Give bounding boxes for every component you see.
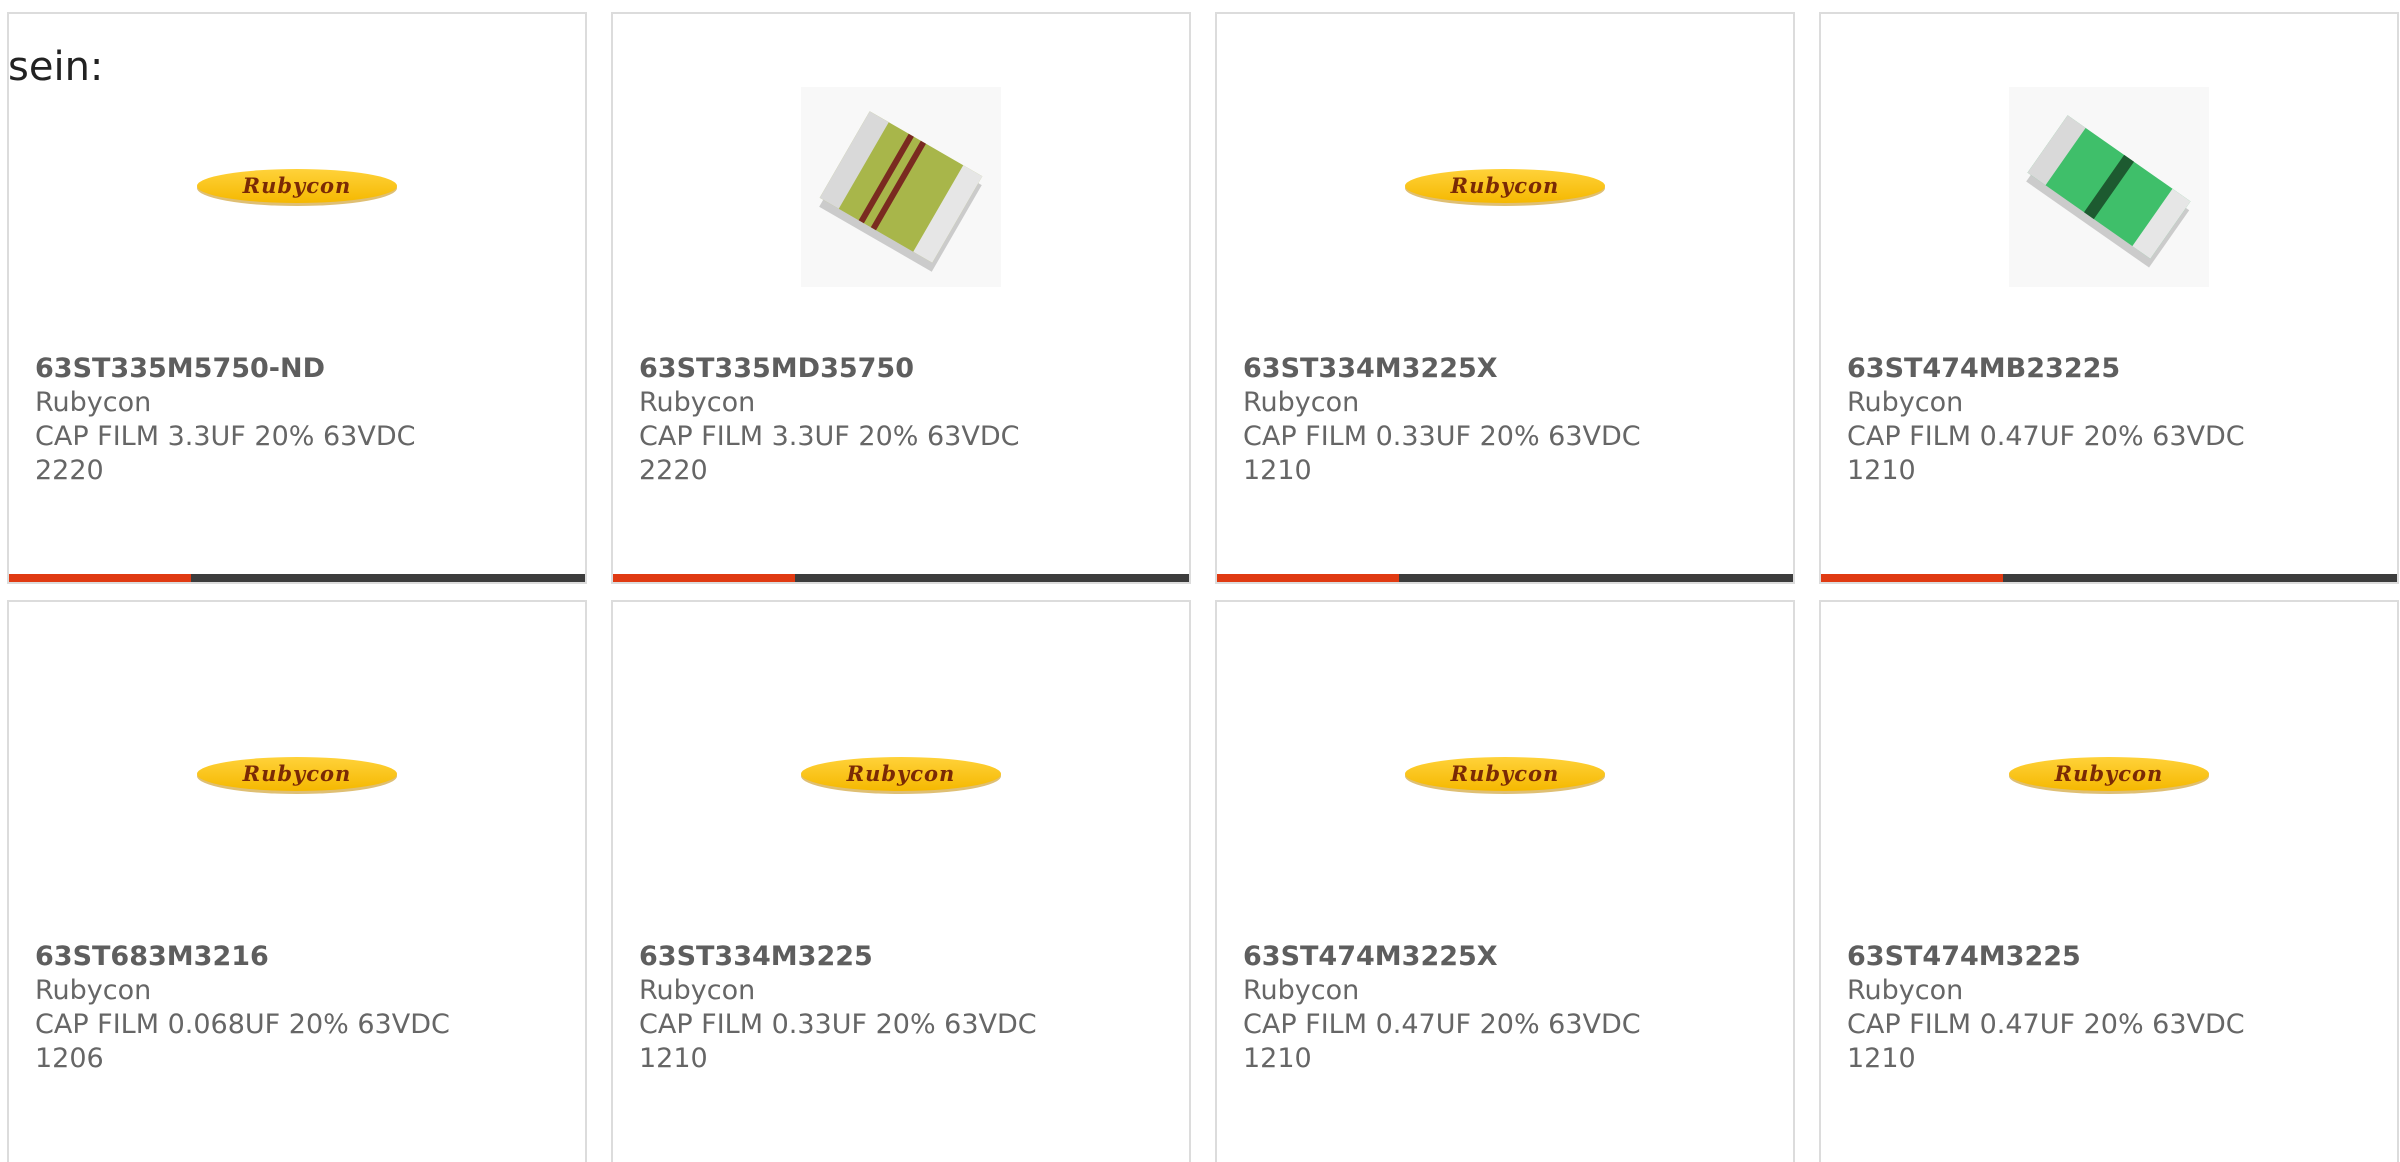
manufacturer-label: Rubycon <box>35 387 152 418</box>
product-card[interactable]: 63ST335MD35750 Rubycon CAP FILM 3.3UF 20% … <box>611 12 1191 584</box>
rubycon-logo-image: Rubycon <box>1405 169 1605 206</box>
description-label: CAP FILM 0.068UF 20% 63VDC <box>35 1009 450 1040</box>
product-info: 63ST334M3225X Rubycon CAP FILM 0.33UF 20% … <box>1243 352 1773 488</box>
package-label: 1210 <box>1847 455 1916 486</box>
description-label: CAP FILM 0.47UF 20% 63VDC <box>1847 1009 2245 1040</box>
product-card[interactable]: 63ST474MB23225 Rubycon CAP FILM 0.47UF 20%… <box>1819 12 2399 584</box>
product-card[interactable]: Rubycon 63ST334M3225 Rubycon CAP FILM 0.33U… <box>611 600 1191 1162</box>
package-label: 2220 <box>35 455 104 486</box>
rubycon-logo-text: Rubycon <box>1450 173 1560 198</box>
manufacturer-label: Rubycon <box>1243 975 1360 1006</box>
rubycon-logo-image: Rubycon <box>2009 757 2209 794</box>
product-results-page: sein: Rubycon 63ST335M5750-ND Rubycon CAP F… <box>0 0 2400 1162</box>
rubycon-logo-image: Rubycon <box>801 757 1001 794</box>
card-hover-bar <box>1821 574 2397 582</box>
rubycon-logo-image: Rubycon <box>197 757 397 794</box>
part-number-link[interactable]: 63ST683M3216 <box>35 940 565 974</box>
rubycon-logo-text: Rubycon <box>242 761 352 786</box>
package-label: 1206 <box>35 1043 104 1074</box>
description-label: CAP FILM 3.3UF 20% 63VDC <box>35 421 416 452</box>
product-card[interactable]: Rubycon 63ST683M3216 Rubycon CAP FILM 0.068… <box>7 600 587 1162</box>
product-image[interactable] <box>613 82 1189 292</box>
product-image[interactable] <box>1821 82 2397 292</box>
rubycon-logo-text: Rubycon <box>1450 761 1560 786</box>
product-image[interactable]: Rubycon <box>1217 670 1793 880</box>
part-number-link[interactable]: 63ST334M3225X <box>1243 352 1773 386</box>
intro-text: sein: <box>8 44 104 90</box>
product-info: 63ST334M3225 Rubycon CAP FILM 0.33UF 20% 6… <box>639 940 1169 1076</box>
manufacturer-label: Rubycon <box>35 975 152 1006</box>
part-number-link[interactable]: 63ST474M3225 <box>1847 940 2377 974</box>
manufacturer-label: Rubycon <box>639 975 756 1006</box>
package-label: 2220 <box>639 455 708 486</box>
product-card[interactable]: Rubycon 63ST334M3225X Rubycon CAP FILM 0.33… <box>1215 12 1795 584</box>
card-hover-bar <box>1217 574 1793 582</box>
manufacturer-label: Rubycon <box>1847 387 1964 418</box>
card-hover-bar-accent <box>613 574 795 582</box>
package-label: 1210 <box>1243 455 1312 486</box>
product-image[interactable]: Rubycon <box>1821 670 2397 880</box>
package-label: 1210 <box>1243 1043 1312 1074</box>
product-info: 63ST474M3225X Rubycon CAP FILM 0.47UF 20% … <box>1243 940 1773 1076</box>
product-card[interactable]: Rubycon 63ST474M3225X Rubycon CAP FILM 0.47… <box>1215 600 1795 1162</box>
manufacturer-label: Rubycon <box>639 387 756 418</box>
package-label: 1210 <box>639 1043 708 1074</box>
part-number-link[interactable]: 63ST335MD35750 <box>639 352 1169 386</box>
product-image[interactable]: Rubycon <box>9 670 585 880</box>
description-label: CAP FILM 0.33UF 20% 63VDC <box>639 1009 1037 1040</box>
product-card[interactable]: Rubycon 63ST335M5750-ND Rubycon CAP FILM 3.… <box>7 12 587 584</box>
card-hover-bar <box>613 574 1189 582</box>
card-hover-bar-accent <box>9 574 191 582</box>
rubycon-logo-image: Rubycon <box>197 169 397 206</box>
package-label: 1210 <box>1847 1043 1916 1074</box>
description-label: CAP FILM 0.47UF 20% 63VDC <box>1847 421 2245 452</box>
product-info: 63ST474MB23225 Rubycon CAP FILM 0.47UF 20%… <box>1847 352 2377 488</box>
part-number-link[interactable]: 63ST334M3225 <box>639 940 1169 974</box>
rubycon-logo-text: Rubycon <box>242 173 352 198</box>
product-grid: Rubycon 63ST335M5750-ND Rubycon CAP FILM 3.… <box>7 12 2399 1162</box>
product-info: 63ST683M3216 Rubycon CAP FILM 0.068UF 20% … <box>35 940 565 1076</box>
product-info: 63ST474M3225 Rubycon CAP FILM 0.47UF 20% 6… <box>1847 940 2377 1076</box>
part-number-link[interactable]: 63ST474M3225X <box>1243 940 1773 974</box>
manufacturer-label: Rubycon <box>1243 387 1360 418</box>
product-card[interactable]: Rubycon 63ST474M3225 Rubycon CAP FILM 0.47U… <box>1819 600 2399 1162</box>
rubycon-logo-text: Rubycon <box>846 761 956 786</box>
card-hover-bar-accent <box>1217 574 1399 582</box>
rubycon-logo-image: Rubycon <box>1405 757 1605 794</box>
product-image[interactable]: Rubycon <box>1217 82 1793 292</box>
description-label: CAP FILM 0.33UF 20% 63VDC <box>1243 421 1641 452</box>
product-image[interactable]: Rubycon <box>613 670 1189 880</box>
manufacturer-label: Rubycon <box>1847 975 1964 1006</box>
product-info: 63ST335M5750-ND Rubycon CAP FILM 3.3UF 20%… <box>35 352 565 488</box>
card-hover-bar <box>9 574 585 582</box>
card-hover-bar-accent <box>1821 574 2003 582</box>
green-chip-capacitor-image <box>2009 87 2209 287</box>
part-number-link[interactable]: 63ST335M5750-ND <box>35 352 565 386</box>
yellow-chip-capacitor-image <box>801 87 1001 287</box>
description-label: CAP FILM 0.47UF 20% 63VDC <box>1243 1009 1641 1040</box>
rubycon-logo-text: Rubycon <box>2054 761 2164 786</box>
description-label: CAP FILM 3.3UF 20% 63VDC <box>639 421 1020 452</box>
product-info: 63ST335MD35750 Rubycon CAP FILM 3.3UF 20% … <box>639 352 1169 488</box>
product-image[interactable]: Rubycon <box>9 82 585 292</box>
part-number-link[interactable]: 63ST474MB23225 <box>1847 352 2377 386</box>
